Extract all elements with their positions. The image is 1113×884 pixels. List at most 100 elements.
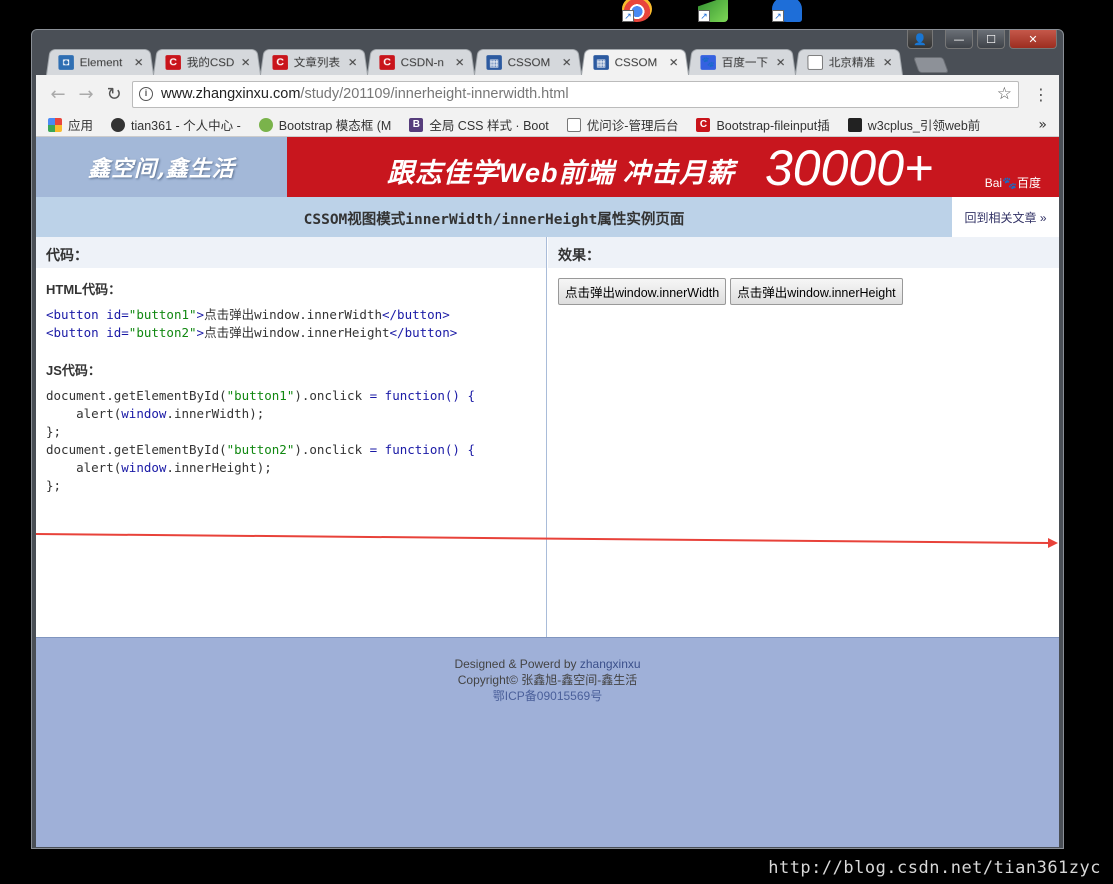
- tab-1[interactable]: C 我的CSD ✕: [153, 49, 261, 75]
- tab-0[interactable]: ◘ Element ✕: [46, 49, 154, 75]
- bookmark-label: w3cplus_引领web前: [867, 119, 981, 133]
- code-line: <button id="button2">点击弹出window.innerHei…: [46, 324, 546, 342]
- more-menu-icon[interactable]: ⋮: [1031, 85, 1051, 104]
- tab-label: 百度一下: [721, 56, 769, 69]
- bookmark-item[interactable]: C Bootstrap-fileinput插: [696, 115, 830, 134]
- tab-close-icon[interactable]: ✕: [560, 56, 574, 69]
- footer-copyright: Copyright© 张鑫旭-鑫空间-鑫生活: [457, 673, 638, 687]
- bookmark-label: 优问诊-管理后台: [586, 119, 679, 133]
- bookmark-label: tian361 - 个人中心 -: [131, 119, 241, 133]
- effect-panel: 效果： 点击弹出window.innerWidth 点击弹出window.inn…: [548, 237, 1059, 637]
- code-line: };: [46, 477, 546, 495]
- code-string: "button1": [226, 388, 295, 403]
- page-viewport: 鑫空间,鑫生活 跟志佳学Web前端 冲击月薪 30000+ Bai🐾百度 CSS…: [36, 137, 1059, 847]
- new-tab-button[interactable]: [913, 57, 949, 73]
- code-panel-heading: 代码：: [36, 237, 546, 268]
- code-string: "button1": [128, 307, 197, 322]
- forward-arrow-icon[interactable]: →: [72, 80, 100, 108]
- back-to-article-link[interactable]: 回到相关文章 »: [952, 197, 1059, 237]
- tab-label: CSSOM: [614, 55, 658, 69]
- js-code-block: document.getElementById("button1").oncli…: [46, 387, 546, 495]
- shortcut-arrow-icon: ↗: [772, 10, 784, 22]
- bookmark-item[interactable]: 优问诊-管理后台: [566, 115, 679, 134]
- app-desktop-icon[interactable]: ↗: [698, 0, 728, 22]
- designer-link[interactable]: zhangxinxu: [580, 657, 641, 671]
- info-icon[interactable]: i: [139, 87, 153, 101]
- code-line: alert(window.innerHeight);: [46, 459, 546, 477]
- bookmark-item[interactable]: B 全局 CSS 样式 · Boot: [409, 115, 549, 134]
- tab-2[interactable]: C 文章列表 ✕: [260, 49, 368, 75]
- site-footer: Designed & Powerd by zhangxinxu Copyrigh…: [36, 637, 1059, 847]
- code-tag-close: >: [196, 325, 205, 340]
- code-attr: id=: [106, 307, 129, 322]
- b-icon: B: [409, 117, 424, 132]
- baidu-icon: 🐾: [700, 54, 716, 70]
- tab-inner: C 我的CSD ✕: [165, 54, 252, 70]
- csdn-icon: C: [379, 54, 395, 70]
- inner-width-button[interactable]: 点击弹出window.innerWidth: [558, 278, 727, 305]
- tab-label: 北京精准: [828, 56, 876, 69]
- ad-text: 跟志佳学Web前端 冲击月薪: [387, 158, 736, 188]
- code-text: document.getElementById(: [46, 388, 227, 403]
- code-line: <button id="button1">点击弹出window.innerWid…: [46, 306, 546, 324]
- tab-5[interactable]: ▦ CSSOM ✕: [581, 49, 689, 75]
- tab-inner: 北京精准 ✕: [807, 54, 894, 70]
- chrome-desktop-icon[interactable]: ↗: [622, 0, 652, 22]
- element-icon: ◘: [58, 54, 74, 70]
- footer-icp[interactable]: 鄂ICP备09015569号: [36, 688, 1059, 704]
- tab-6[interactable]: 🐾 百度一下 ✕: [688, 49, 796, 75]
- tab-label: CSDN-n: [400, 55, 444, 69]
- bookmarks-overflow-button[interactable]: »: [1038, 117, 1047, 133]
- code-string: window: [121, 460, 167, 475]
- ad-number: 30000+: [765, 140, 934, 196]
- bookmark-item[interactable]: 应用: [48, 115, 93, 134]
- close-window-button[interactable]: ✕: [1009, 30, 1057, 49]
- tab-close-icon[interactable]: ✕: [346, 56, 360, 69]
- code-keyword: = function() {: [369, 388, 475, 403]
- tab-7[interactable]: 北京精准 ✕: [795, 49, 903, 75]
- tab-label: 我的CSD: [186, 56, 235, 69]
- inner-height-button[interactable]: 点击弹出window.innerHeight: [730, 278, 903, 305]
- user-icon: [111, 117, 126, 132]
- code-tag-close: >: [196, 307, 205, 322]
- tab-close-icon[interactable]: ✕: [881, 56, 895, 69]
- tab-4[interactable]: ▦ CSSOM ✕: [474, 49, 582, 75]
- css-icon: ▦: [593, 54, 609, 70]
- bookmark-label: 全局 CSS 样式 · Boot: [429, 119, 549, 133]
- document-icon: [566, 117, 581, 132]
- tab-close-icon[interactable]: ✕: [774, 56, 788, 69]
- baidu-logo: Bai🐾百度: [984, 176, 1041, 190]
- reload-icon[interactable]: ↻: [100, 80, 128, 108]
- site-logo[interactable]: 鑫空间,鑫生活: [36, 137, 287, 197]
- ad-banner[interactable]: 跟志佳学Web前端 冲击月薪 30000+ Bai🐾百度: [287, 137, 1059, 197]
- back-arrow-icon[interactable]: ←: [44, 80, 72, 108]
- html-code-title: HTML代码：: [46, 282, 122, 297]
- bookmark-item[interactable]: Bootstrap 模态框 (M: [258, 115, 391, 134]
- code-text: alert(: [46, 460, 122, 475]
- code-text: };: [46, 424, 62, 439]
- code-text: .innerWidth);: [166, 406, 265, 421]
- tab-3[interactable]: C CSDN-n ✕: [367, 49, 475, 75]
- tab-label: CSSOM: [507, 55, 551, 69]
- address-bar[interactable]: i www.zhangxinxu.com/study/201109/innerh…: [132, 80, 1019, 108]
- bookmark-item[interactable]: tian361 - 个人中心 -: [111, 115, 241, 134]
- messenger-desktop-icon[interactable]: ↗: [772, 0, 802, 22]
- tab-close-icon[interactable]: ✕: [453, 56, 467, 69]
- code-string: "button2": [128, 325, 197, 340]
- tab-inner: C 文章列表 ✕: [272, 54, 359, 70]
- csdn-icon: C: [696, 117, 711, 132]
- maximize-button[interactable]: ☐: [977, 30, 1005, 49]
- code-text: 点击弹出window.innerWidth: [204, 307, 382, 322]
- code-panel: 代码： HTML代码： <button id="button1">点击弹出win…: [36, 237, 547, 637]
- code-line: document.getElementById("button2").oncli…: [46, 441, 546, 459]
- bookmark-item[interactable]: w3cplus_引领web前: [847, 115, 981, 134]
- bookmark-star-icon[interactable]: ☆: [997, 84, 1012, 104]
- tab-close-icon[interactable]: ✕: [132, 56, 146, 69]
- html-code-block: <button id="button1">点击弹出window.innerWid…: [46, 306, 546, 342]
- effect-panel-heading: 效果：: [548, 237, 1059, 268]
- tab-close-icon[interactable]: ✕: [667, 56, 681, 69]
- tab-close-icon[interactable]: ✕: [239, 56, 253, 69]
- code-text: alert(: [46, 406, 122, 421]
- minimize-button[interactable]: —: [945, 30, 973, 49]
- bookmark-label: 应用: [68, 119, 94, 133]
